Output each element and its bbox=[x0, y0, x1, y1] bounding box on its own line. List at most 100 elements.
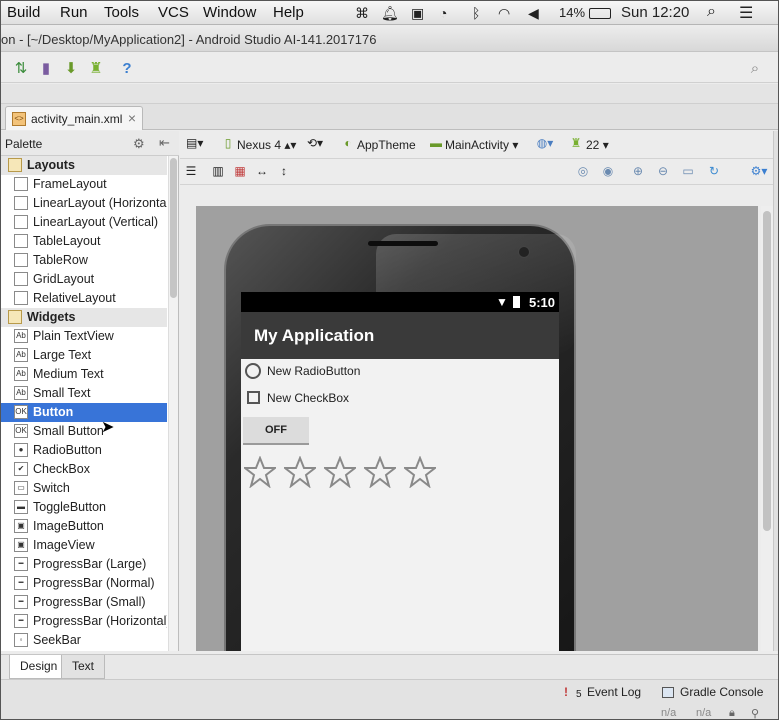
inspector-icon[interactable]: ⚲ bbox=[751, 707, 759, 719]
gradle-console-button[interactable]: Gradle Console bbox=[680, 685, 763, 699]
activity-dropdown[interactable]: MainActivity ▾ bbox=[445, 138, 518, 152]
vertical-split-icon[interactable]: ▥ bbox=[210, 164, 226, 180]
palette-item[interactable]: LinearLayout (Horizontal) bbox=[1, 194, 167, 213]
theme-button[interactable]: AppTheme bbox=[357, 138, 416, 152]
android-monitor-icon[interactable]: ♜ bbox=[86, 58, 106, 78]
notification-center-icon[interactable]: ☰ bbox=[739, 3, 753, 23]
remove-grid-icon[interactable]: ▦ bbox=[232, 164, 248, 180]
palette-item[interactable]: Ab Medium Text bbox=[1, 365, 167, 384]
palette-item[interactable]: TableLayout bbox=[1, 232, 167, 251]
bluetooth-icon[interactable]: ᛒ bbox=[472, 5, 480, 21]
zoom-actual-icon[interactable]: ◉ bbox=[600, 164, 616, 180]
api-level-dropdown[interactable]: 22 ▾ bbox=[586, 138, 609, 152]
palette-item[interactable]: Ab Plain TextView bbox=[1, 327, 167, 346]
time-machine-icon[interactable]: ◔ bbox=[439, 5, 447, 21]
game-controller-icon[interactable]: ▣ bbox=[411, 5, 424, 22]
rating-star-icon[interactable] bbox=[284, 456, 316, 488]
zoom-in-icon[interactable]: ⊕ bbox=[630, 164, 646, 180]
orientation-icon[interactable]: ⟲▾ bbox=[304, 136, 326, 152]
palette-item[interactable]: ▣ ImageView bbox=[1, 536, 167, 555]
help-icon[interactable]: ? bbox=[117, 58, 137, 78]
zoom-out-icon[interactable]: ⊖ bbox=[655, 164, 671, 180]
layout-toggle-icon[interactable]: ☰ bbox=[183, 164, 199, 180]
switch-icon: ▭ bbox=[14, 481, 28, 495]
sync-gradle-icon[interactable]: ⇅ bbox=[11, 58, 31, 78]
palette-item[interactable]: ● RadioButton bbox=[1, 441, 167, 460]
command-key-icon[interactable]: ⌘ bbox=[355, 5, 369, 22]
rating-star-icon[interactable] bbox=[324, 456, 356, 488]
design-canvas[interactable]: ▼ 5:10 My Application New RadioButton Ne… bbox=[196, 206, 758, 651]
palette-item[interactable]: ✔ CheckBox bbox=[1, 460, 167, 479]
menu-window[interactable]: Window bbox=[203, 4, 256, 21]
palette-item[interactable]: FrameLayout bbox=[1, 175, 167, 194]
event-log-icon[interactable]: ! bbox=[564, 685, 568, 699]
gear-icon[interactable]: ⚙ bbox=[133, 136, 145, 152]
palette-item[interactable]: GridLayout bbox=[1, 270, 167, 289]
hide-panel-icon[interactable]: ⇤ bbox=[159, 135, 170, 151]
rating-star-icon[interactable] bbox=[244, 456, 276, 488]
rating-star-icon[interactable] bbox=[364, 456, 396, 488]
volume-icon[interactable]: ◀︎ bbox=[528, 5, 539, 22]
canvas-scroll-thumb[interactable] bbox=[763, 211, 771, 531]
palette-header: Palette ⚙ ⇤ bbox=[1, 131, 179, 156]
settings-icon[interactable]: ⚙▾ bbox=[748, 164, 770, 180]
palette-item[interactable]: ━ ProgressBar (Normal) bbox=[1, 574, 167, 593]
palette-item[interactable]: LinearLayout (Vertical) bbox=[1, 213, 167, 232]
palette-scrollbar[interactable] bbox=[168, 156, 178, 651]
palette-item[interactable]: Ab Large Text bbox=[1, 346, 167, 365]
palette-item[interactable]: ▣ ImageButton bbox=[1, 517, 167, 536]
refresh-icon[interactable]: ↻ bbox=[706, 164, 722, 180]
palette-item-label: Widgets bbox=[27, 310, 76, 324]
palette-category[interactable]: Widgets bbox=[1, 308, 167, 327]
device-dropdown[interactable]: Nexus 4 ▴▾ bbox=[237, 138, 296, 152]
palette-category[interactable]: Layouts bbox=[1, 156, 167, 175]
menu-clock[interactable]: Sun 12:20 bbox=[621, 4, 689, 21]
locale-globe-icon[interactable]: ◍▾ bbox=[534, 136, 556, 152]
battery-percent[interactable]: 14% bbox=[559, 5, 585, 20]
fill-height-icon[interactable]: ↕ bbox=[276, 164, 292, 180]
event-log-button[interactable]: Event Log bbox=[587, 685, 641, 699]
palette-item[interactable]: TableRow bbox=[1, 251, 167, 270]
avd-manager-icon[interactable]: ▮ bbox=[36, 58, 56, 78]
screenshot-icon[interactable]: ▭ bbox=[680, 164, 696, 180]
palette-item[interactable]: ▬ ToggleButton bbox=[1, 498, 167, 517]
zoom-fit-icon[interactable]: ◎ bbox=[575, 164, 591, 180]
wifi-icon[interactable]: ◠ bbox=[498, 5, 510, 22]
palette-item[interactable]: ◦ SeekBar bbox=[1, 631, 167, 650]
tab-design[interactable]: Design bbox=[9, 655, 69, 679]
menu-vcs[interactable]: VCS bbox=[158, 4, 189, 21]
device-screen[interactable]: ▼ 5:10 My Application New RadioButton Ne… bbox=[241, 292, 559, 651]
tab-text[interactable]: Text bbox=[61, 655, 106, 679]
palette-item-label: Large Text bbox=[33, 348, 92, 362]
lock-icon[interactable]: 🔒︎ bbox=[729, 707, 735, 719]
menu-build[interactable]: Build bbox=[7, 4, 40, 21]
fill-width-icon[interactable]: ↔ bbox=[254, 164, 270, 180]
palette-scroll-thumb[interactable] bbox=[170, 158, 177, 298]
palette-item[interactable]: RelativeLayout bbox=[1, 289, 167, 308]
palette-item[interactable]: OK Small Button bbox=[1, 422, 167, 441]
text-icon: Ab bbox=[14, 386, 28, 400]
palette-item[interactable]: ━ ProgressBar (Horizontal) bbox=[1, 612, 167, 631]
design-options-icon[interactable]: ▤▾ bbox=[186, 136, 203, 152]
menu-tools[interactable]: Tools bbox=[104, 4, 139, 21]
notification-bell-icon[interactable]: 🔔︎ bbox=[381, 5, 399, 22]
rating-bar-widget[interactable] bbox=[244, 456, 444, 488]
palette-item[interactable]: ━ ProgressBar (Large) bbox=[1, 555, 167, 574]
spotlight-search-icon[interactable]: ⌕ bbox=[707, 3, 716, 21]
action-bar[interactable]: My Application bbox=[241, 312, 559, 359]
palette-item[interactable]: ▭ Switch bbox=[1, 479, 167, 498]
gradle-console-icon[interactable] bbox=[662, 687, 674, 698]
close-tab-icon[interactable]: × bbox=[128, 110, 136, 126]
palette-item[interactable]: Ab Small Text bbox=[1, 384, 167, 403]
tab-activity-main[interactable]: <> activity_main.xml × bbox=[5, 106, 143, 130]
toggle-button-widget[interactable]: OFF bbox=[243, 417, 309, 445]
palette-item[interactable]: OK Button bbox=[1, 403, 167, 422]
palette-item[interactable]: ━ ProgressBar (Small) bbox=[1, 593, 167, 612]
canvas-scrollbar[interactable] bbox=[761, 206, 773, 651]
menu-help[interactable]: Help bbox=[273, 4, 304, 21]
palette-list: Layouts FrameLayout LinearLayout (Horizont… bbox=[1, 156, 167, 650]
search-everywhere-icon[interactable]: ⌕ bbox=[745, 58, 765, 78]
sdk-manager-icon[interactable]: ⬇ bbox=[61, 58, 81, 78]
rating-star-icon[interactable] bbox=[404, 456, 436, 488]
menu-run[interactable]: Run bbox=[60, 4, 88, 21]
